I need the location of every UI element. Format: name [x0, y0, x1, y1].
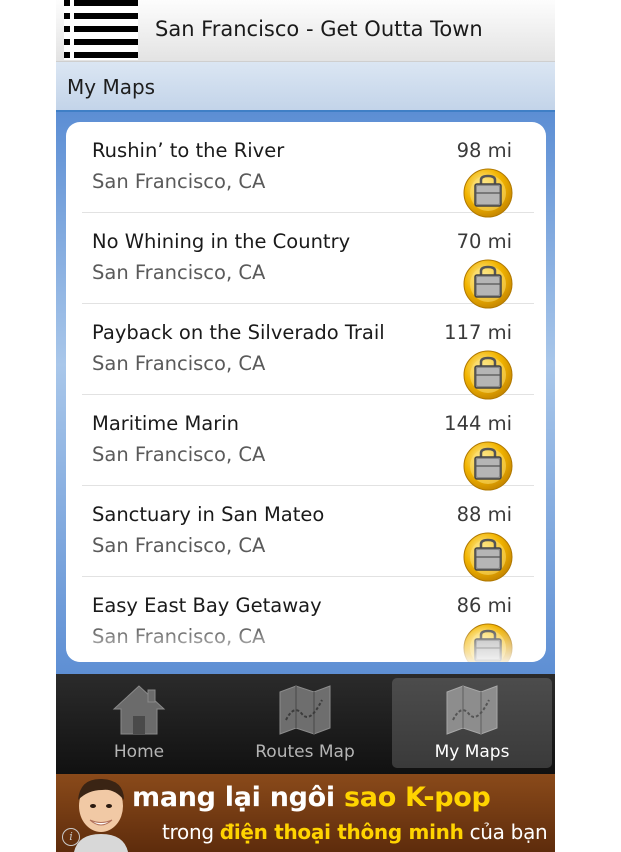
locked-briefcase-icon[interactable] — [462, 167, 514, 219]
map-location: San Francisco, CA — [92, 170, 266, 193]
tab-my-maps[interactable]: My Maps — [392, 678, 552, 768]
tab-label: My Maps — [434, 742, 510, 762]
ad-text: mang lại ngôi — [132, 782, 344, 813]
home-icon — [112, 684, 166, 736]
list-item[interactable]: Payback on the Silverado Trail San Franc… — [82, 304, 534, 400]
tab-label: Routes Map — [255, 742, 355, 762]
map-distance: 86 mi — [456, 594, 512, 617]
locked-briefcase-icon[interactable] — [462, 349, 514, 401]
map-distance: 98 mi — [456, 139, 512, 162]
map-icon — [278, 684, 332, 736]
tab-home[interactable]: Home — [56, 678, 222, 768]
map-location: San Francisco, CA — [92, 443, 266, 466]
map-distance: 70 mi — [456, 230, 512, 253]
map-name: Maritime Marin — [92, 412, 240, 435]
ad-banner[interactable]: mang lại ngôi sao K-pop trong điện thoại… — [56, 774, 555, 852]
list-item[interactable]: Easy East Bay Getaway San Francisco, CA … — [82, 577, 534, 662]
locked-briefcase-icon[interactable] — [462, 258, 514, 310]
map-location: San Francisco, CA — [92, 534, 266, 557]
map-name: Sanctuary in San Mateo — [92, 503, 325, 526]
map-distance: 144 mi — [444, 412, 512, 435]
map-distance: 88 mi — [456, 503, 512, 526]
ad-text: trong — [162, 820, 220, 844]
locked-briefcase-icon[interactable] — [462, 531, 514, 583]
section-title: My Maps — [67, 75, 156, 99]
map-location: San Francisco, CA — [92, 261, 266, 284]
maps-list[interactable]: Rushin’ to the River San Francisco, CA 9… — [66, 122, 546, 662]
app-screen: San Francisco - Get Outta Town My Maps R… — [56, 0, 555, 852]
locked-briefcase-icon[interactable] — [462, 440, 514, 492]
ad-highlight-text: điện thoại thông minh — [219, 820, 464, 844]
map-name: Easy East Bay Getaway — [92, 594, 322, 617]
map-name: Payback on the Silverado Trail — [92, 321, 385, 344]
app-title: San Francisco - Get Outta Town — [155, 17, 483, 41]
map-name: No Whining in the Country — [92, 230, 351, 253]
menu-icon[interactable] — [64, 0, 138, 60]
info-icon[interactable]: i — [62, 828, 80, 846]
map-location: San Francisco, CA — [92, 625, 266, 648]
locked-briefcase-icon[interactable] — [462, 622, 514, 662]
map-name: Rushin’ to the River — [92, 139, 285, 162]
ad-subline: trong điện thoại thông minh của bạn — [162, 820, 548, 844]
ad-headline: mang lại ngôi sao K-pop — [132, 782, 491, 813]
title-bar: San Francisco - Get Outta Town — [56, 0, 555, 62]
tab-label: Home — [113, 742, 165, 762]
ad-text: của bạn — [463, 820, 548, 844]
ad-highlight-text: sao K-pop — [344, 782, 491, 813]
section-header: My Maps — [56, 62, 555, 112]
map-location: San Francisco, CA — [92, 352, 266, 375]
map-icon — [445, 684, 499, 736]
list-item[interactable]: Sanctuary in San Mateo San Francisco, CA… — [82, 486, 534, 582]
list-item[interactable]: Maritime Marin San Francisco, CA 144 mi — [82, 395, 534, 491]
tab-bar: Home Routes Map My Maps — [56, 674, 555, 774]
content-area: Rushin’ to the River San Francisco, CA 9… — [56, 112, 555, 674]
list-item[interactable]: Rushin’ to the River San Francisco, CA 9… — [82, 122, 534, 218]
list-item[interactable]: No Whining in the Country San Francisco,… — [82, 213, 534, 309]
map-distance: 117 mi — [444, 321, 512, 344]
tab-routes-map[interactable]: Routes Map — [222, 678, 388, 768]
